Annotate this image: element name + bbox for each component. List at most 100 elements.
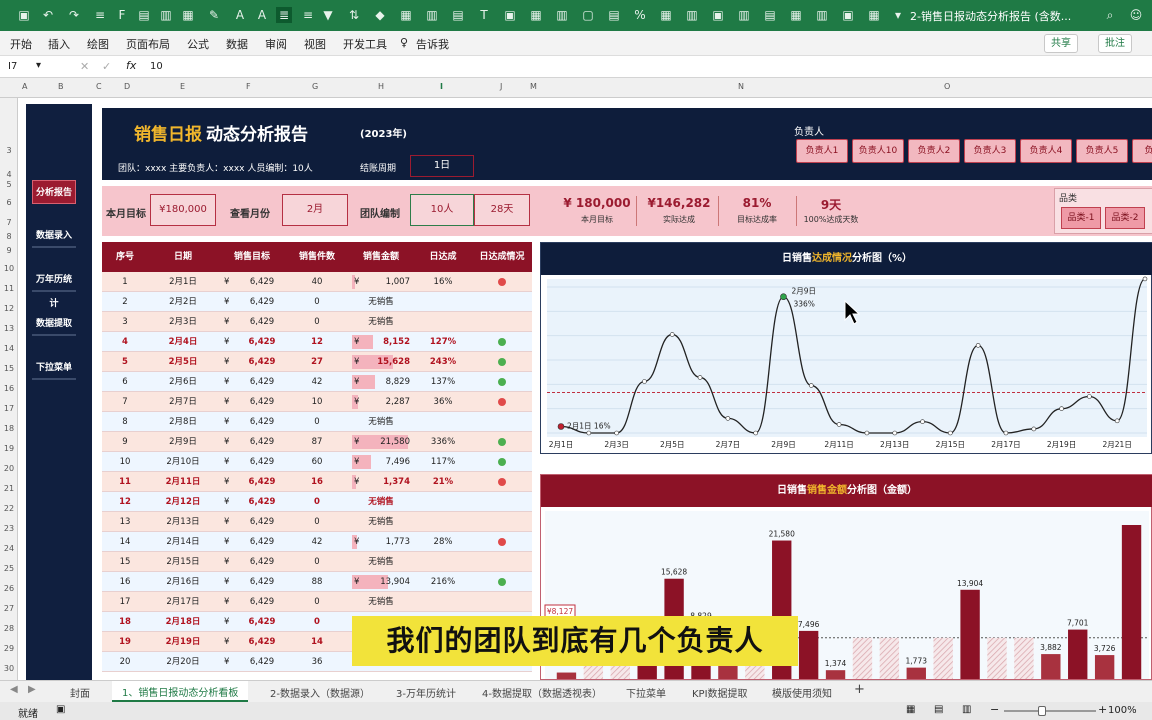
chart1-point[interactable] xyxy=(780,293,787,301)
team-value[interactable]: 10人 xyxy=(410,194,474,226)
row-header[interactable]: 10 xyxy=(0,264,18,273)
percent-icon[interactable]: % xyxy=(632,7,648,23)
menu-insert[interactable]: 插入 xyxy=(48,36,70,52)
menu-tell-me[interactable]: 告诉我 xyxy=(416,36,449,52)
brush-icon[interactable]: ✎ xyxy=(206,7,222,23)
sidebar-data-entry[interactable]: 数据录入 xyxy=(32,224,76,248)
column-icon[interactable]: ▥ xyxy=(736,7,752,23)
row-header[interactable]: 26 xyxy=(0,584,18,593)
sidebar-data-extract[interactable]: 数据提取 xyxy=(32,312,76,336)
chart1-point[interactable] xyxy=(1003,430,1009,436)
chart1-point[interactable] xyxy=(642,379,647,384)
zoom-slider-handle[interactable] xyxy=(1038,706,1046,716)
row-header[interactable]: 30 xyxy=(0,664,18,673)
row-header[interactable]: 24 xyxy=(0,544,18,553)
row-header[interactable]: 11 xyxy=(0,284,18,293)
table-row[interactable]: ¥2 2月2日 6,429 0 无销售 xyxy=(102,292,532,312)
tab-next-icon[interactable]: ▶ xyxy=(28,684,36,695)
share-button[interactable]: 共享 xyxy=(1044,34,1078,53)
chart2-bar[interactable] xyxy=(1068,629,1088,679)
category-filter-button[interactable]: 品类-2 xyxy=(1105,207,1145,229)
sidebar-calendar[interactable]: 万年历统计 xyxy=(32,268,76,309)
chart2-bar[interactable] xyxy=(987,637,1007,679)
page-break-icon[interactable]: ▥ xyxy=(962,704,971,715)
table-row[interactable]: ¥6 2月6日 6,429 42 ¥8,829 137% xyxy=(102,372,532,392)
chart1-point[interactable] xyxy=(557,423,565,430)
fill-icon[interactable]: ▤ xyxy=(606,7,622,23)
chart2-icon[interactable]: ▤ xyxy=(450,7,466,23)
owner-filter-button[interactable]: 负责人10 xyxy=(852,139,904,163)
shape-icon[interactable]: ◆ xyxy=(372,7,388,23)
menu-developer[interactable]: 开发工具 xyxy=(343,36,387,52)
cancel-icon[interactable]: ✕ xyxy=(80,60,89,73)
normal-view-icon[interactable]: ▦ xyxy=(906,704,915,715)
table-row[interactable]: ¥4 2月4日 6,429 12 ¥8,152 127% xyxy=(102,332,532,352)
owner-filter-button[interactable]: 负责人2 xyxy=(908,139,960,163)
col-header[interactable]: O xyxy=(944,82,950,91)
chart1-point[interactable] xyxy=(948,430,953,436)
tab-calendar[interactable]: 3-万年历统计 xyxy=(396,685,456,700)
owner-filter-button[interactable]: 负责人5 xyxy=(1076,139,1128,163)
search-icon[interactable]: ⌕ xyxy=(1102,7,1118,23)
sidebar-dropdown[interactable]: 下拉菜单 xyxy=(32,356,76,380)
chart-icon[interactable]: ▥ xyxy=(424,7,440,23)
row-header[interactable]: 20 xyxy=(0,464,18,473)
col-header[interactable]: H xyxy=(378,82,384,91)
tab-guide[interactable]: 模版使用须知 xyxy=(772,685,832,700)
font-grow-icon[interactable]: A xyxy=(232,7,248,23)
sidebar-analysis-report[interactable]: 分析报告 xyxy=(32,180,76,204)
redo-icon[interactable]: ↷ xyxy=(66,7,82,23)
table-icon[interactable]: ▦ xyxy=(398,7,414,23)
chart2-bar[interactable] xyxy=(1041,654,1061,679)
chart1-point[interactable] xyxy=(725,416,731,421)
layout-icon[interactable]: ▦ xyxy=(528,7,544,23)
format-icon[interactable]: ≡ xyxy=(92,7,108,23)
freeze-icon[interactable]: ▦ xyxy=(658,7,674,23)
name-box[interactable]: I7 xyxy=(8,61,17,72)
function-icon[interactable]: fx xyxy=(126,59,136,72)
print-icon[interactable]: ▥ xyxy=(158,7,174,23)
add-sheet-button[interactable]: + xyxy=(854,682,865,697)
row-header[interactable]: 29 xyxy=(0,644,18,653)
tab-data-extract[interactable]: 4-数据提取（数据透视表） xyxy=(482,685,602,700)
chart2-bar[interactable] xyxy=(879,637,900,679)
chart1-point[interactable] xyxy=(892,430,898,436)
image-icon[interactable]: ▣ xyxy=(502,7,518,23)
table-row[interactable]: ¥14 2月14日 6,429 42 ¥1,773 28% xyxy=(102,532,532,552)
more-icon[interactable]: ▦ xyxy=(866,7,882,23)
row-header[interactable]: 6 xyxy=(0,198,18,207)
table-row[interactable]: ¥10 2月10日 6,429 60 ¥7,496 117% xyxy=(102,452,532,472)
account-icon[interactable]: ☺ xyxy=(1128,7,1144,23)
owner-filter-button[interactable]: 负责人1 xyxy=(796,139,848,163)
confirm-icon[interactable]: ✓ xyxy=(102,60,111,73)
row-header[interactable]: 13 xyxy=(0,324,18,333)
chart1-point[interactable] xyxy=(586,430,592,436)
tab-dashboard[interactable]: 1、销售日报动态分析看板 xyxy=(112,681,249,702)
zoom-in-icon[interactable]: + xyxy=(1098,703,1107,716)
row-header[interactable]: 5 xyxy=(0,180,18,189)
customize-icon[interactable]: ▾ xyxy=(890,7,906,23)
sort-icon[interactable]: ⇅ xyxy=(346,7,362,23)
zoom-level[interactable]: 100% xyxy=(1108,705,1137,716)
tab-data-entry[interactable]: 2-数据录入（数据源） xyxy=(270,685,370,700)
chart2-bar[interactable] xyxy=(852,637,873,679)
row-header[interactable]: 7 xyxy=(0,218,18,227)
border-icon[interactable]: ▢ xyxy=(580,7,596,23)
month-value[interactable]: 2月 xyxy=(282,194,348,226)
chart1-point[interactable] xyxy=(1142,276,1148,282)
table-row[interactable]: ¥12 2月12日 6,429 0 无销售 xyxy=(102,492,532,512)
chart1-point[interactable] xyxy=(864,430,870,436)
menu-draw[interactable]: 绘图 xyxy=(87,36,109,52)
formula-input[interactable]: 10 xyxy=(150,61,163,72)
col-header[interactable]: I xyxy=(440,82,443,91)
cycle-value[interactable]: 1日 xyxy=(410,155,474,177)
row-header[interactable]: 23 xyxy=(0,524,18,533)
row-header[interactable]: 25 xyxy=(0,564,18,573)
owner-filter-button[interactable]: 负责人4 xyxy=(1020,139,1072,163)
col-header[interactable]: B xyxy=(58,82,64,91)
sheet-icon[interactable]: ▣ xyxy=(840,7,856,23)
chart2-bar[interactable] xyxy=(1014,637,1034,679)
row-header[interactable]: 9 xyxy=(0,246,18,255)
table-row[interactable]: ¥13 2月13日 6,429 0 无销售 xyxy=(102,512,532,532)
comments-button[interactable]: 批注 xyxy=(1098,34,1132,53)
